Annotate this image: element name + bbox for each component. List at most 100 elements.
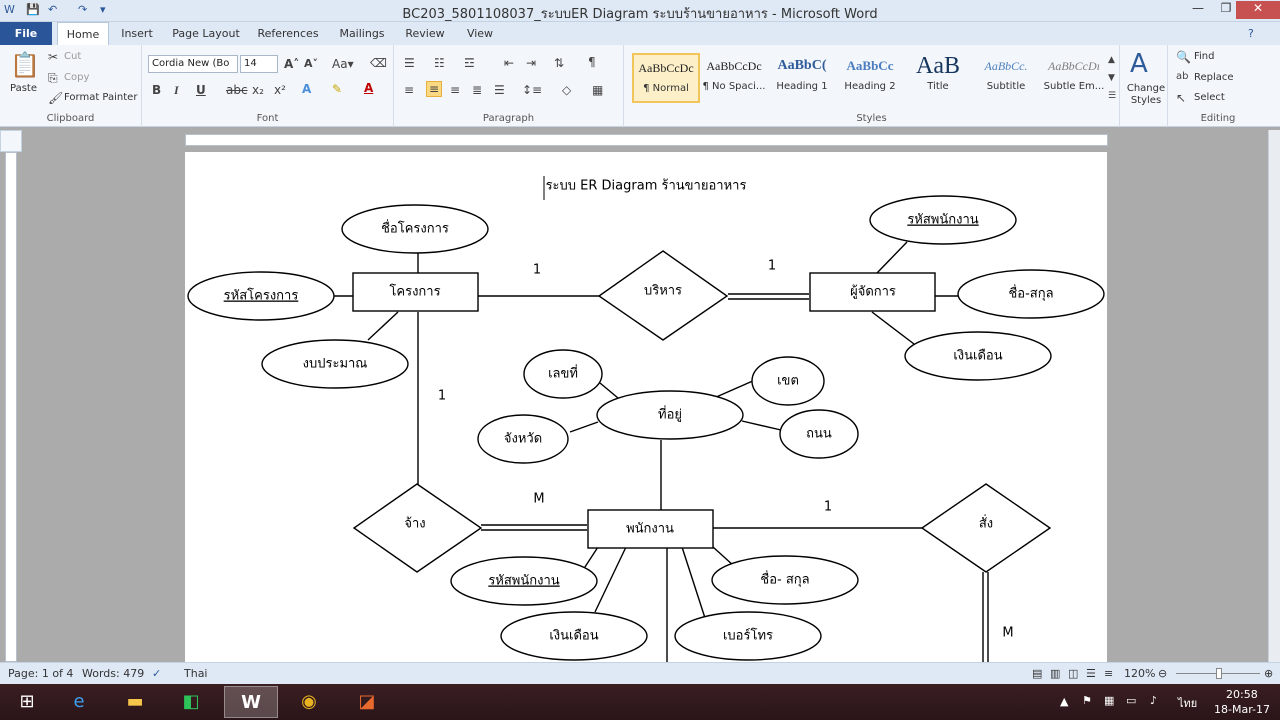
draft-icon[interactable]: ≡ bbox=[1104, 667, 1113, 680]
help-icon[interactable]: ? bbox=[1248, 27, 1254, 40]
bold-icon[interactable]: B bbox=[152, 83, 161, 97]
copy-button[interactable]: Copy bbox=[64, 72, 89, 83]
select-icon[interactable]: ↖ bbox=[1176, 91, 1186, 105]
styles-scroll-down-icon[interactable]: ▼ bbox=[1108, 73, 1115, 83]
borders-icon[interactable]: ▦ bbox=[592, 83, 603, 97]
justify-icon[interactable]: ≣ bbox=[472, 83, 482, 97]
style-subtitle[interactable]: AaBbCc. Subtitle bbox=[972, 53, 1040, 103]
proofing-icon[interactable]: ✓ bbox=[152, 667, 161, 680]
change-styles-icon[interactable]: A bbox=[1130, 49, 1148, 79]
grow-font-icon[interactable]: A˄ bbox=[284, 57, 299, 71]
page-count[interactable]: Page: 1 of 4 bbox=[8, 667, 73, 680]
word-taskbar-icon[interactable]: W bbox=[224, 686, 278, 718]
chrome-taskbar-icon[interactable]: ◉ bbox=[282, 686, 336, 718]
line-spacing-icon[interactable]: ↕≡ bbox=[522, 83, 542, 97]
copy-icon[interactable]: ⎘ bbox=[48, 71, 58, 86]
style-heading-1[interactable]: AaBbC( Heading 1 bbox=[768, 53, 836, 103]
input-language[interactable]: ไทย bbox=[1178, 694, 1197, 712]
outline-icon[interactable]: ☰ bbox=[1086, 667, 1096, 680]
ie-taskbar-icon[interactable]: e bbox=[52, 686, 106, 718]
word-count[interactable]: Words: 479 bbox=[82, 667, 144, 680]
subscript-icon[interactable]: x₂ bbox=[252, 83, 264, 97]
minimize-button[interactable]: — bbox=[1184, 1, 1212, 19]
full-screen-icon[interactable]: ▥ bbox=[1050, 667, 1060, 680]
store-taskbar-icon[interactable]: ◧ bbox=[164, 686, 218, 718]
tab-references[interactable]: References bbox=[252, 22, 324, 45]
strikethrough-icon[interactable]: abc bbox=[226, 83, 248, 97]
align-left-icon[interactable]: ≡ bbox=[404, 83, 414, 97]
tab-page-layout[interactable]: Page Layout bbox=[168, 22, 244, 45]
numbering-icon[interactable]: ☷ bbox=[434, 56, 445, 70]
style-normal[interactable]: AaBbCcDc ¶ Normal bbox=[632, 53, 700, 103]
clock-date[interactable]: 18-Mar-17 bbox=[1214, 703, 1270, 716]
style-subtle-emphasis[interactable]: AaBbCcDı Subtle Em... bbox=[1040, 53, 1108, 103]
bullets-icon[interactable]: ☰ bbox=[404, 56, 415, 70]
shading-icon[interactable]: ◇ bbox=[562, 83, 571, 97]
zoom-slider-thumb[interactable] bbox=[1216, 668, 1222, 679]
network-icon[interactable]: ▦ bbox=[1104, 694, 1114, 707]
document-page[interactable]: ระบบ ER Diagram ร้านขายอาหาร โครงการ ผู้… bbox=[185, 152, 1107, 664]
multilevel-list-icon[interactable]: ☲ bbox=[464, 56, 475, 70]
vertical-ruler[interactable] bbox=[5, 152, 17, 662]
print-layout-icon[interactable]: ▤ bbox=[1032, 667, 1042, 680]
tab-file[interactable]: File bbox=[0, 22, 52, 45]
superscript-icon[interactable]: x² bbox=[274, 83, 286, 97]
style-heading-2[interactable]: AaBbCc Heading 2 bbox=[836, 53, 904, 103]
highlight-icon[interactable]: ✎ bbox=[332, 82, 342, 96]
distributed-icon[interactable]: ☰ bbox=[494, 83, 505, 97]
flag-icon[interactable]: ⚑ bbox=[1082, 694, 1092, 707]
zoom-out-icon[interactable]: ⊖ bbox=[1158, 667, 1167, 680]
change-styles-button[interactable]: Change Styles bbox=[1124, 83, 1168, 107]
font-color-icon[interactable]: A bbox=[364, 81, 373, 95]
file-explorer-taskbar-icon[interactable]: ▬ bbox=[108, 686, 162, 718]
tab-home[interactable]: Home bbox=[57, 22, 109, 45]
increase-indent-icon[interactable]: ⇥ bbox=[526, 56, 536, 70]
clock-time[interactable]: 20:58 bbox=[1226, 688, 1258, 701]
text-effects-icon[interactable]: A bbox=[302, 82, 311, 96]
zoom-level[interactable]: 120% bbox=[1124, 667, 1155, 680]
clear-format-icon[interactable]: ⌫ bbox=[370, 56, 387, 70]
styles-scroll-up-icon[interactable]: ▲ bbox=[1108, 55, 1115, 65]
zoom-in-icon[interactable]: ⊕ bbox=[1264, 667, 1273, 680]
show-formatting-icon[interactable]: ¶ bbox=[588, 55, 596, 69]
align-center-icon[interactable]: ≡ bbox=[426, 81, 443, 97]
change-case-icon[interactable]: Aa▾ bbox=[332, 57, 354, 71]
find-icon[interactable]: 🔍 bbox=[1176, 50, 1191, 64]
find-button[interactable]: Find bbox=[1194, 51, 1215, 62]
volume-icon[interactable]: ♪ bbox=[1150, 694, 1157, 707]
language-indicator[interactable]: Thai bbox=[184, 667, 208, 680]
tab-view[interactable]: View bbox=[458, 22, 502, 45]
paste-icon[interactable]: 📋 bbox=[10, 51, 40, 79]
select-button[interactable]: Select bbox=[1194, 92, 1225, 103]
vertical-scrollbar[interactable] bbox=[1268, 130, 1280, 662]
underline-icon[interactable]: U bbox=[196, 83, 206, 97]
sort-icon[interactable]: ⇅ bbox=[554, 56, 564, 70]
align-right-icon[interactable]: ≡ bbox=[450, 83, 460, 97]
replace-icon[interactable]: ab bbox=[1176, 71, 1188, 82]
font-name-dropdown[interactable]: Cordia New (Bo bbox=[148, 55, 238, 73]
tab-review[interactable]: Review bbox=[400, 22, 450, 45]
tab-mailings[interactable]: Mailings bbox=[332, 22, 392, 45]
tab-insert[interactable]: Insert bbox=[114, 22, 160, 45]
style-no-spacing[interactable]: AaBbCcDc ¶ No Spaci... bbox=[700, 53, 768, 103]
paste-button[interactable]: Paste bbox=[10, 83, 37, 94]
shrink-font-icon[interactable]: A˅ bbox=[304, 57, 318, 70]
format-painter-button[interactable]: Format Painter bbox=[64, 92, 137, 103]
web-layout-icon[interactable]: ◫ bbox=[1068, 667, 1078, 680]
tab-selector[interactable] bbox=[0, 130, 22, 152]
cut-button[interactable]: Cut bbox=[64, 51, 81, 62]
start-button[interactable]: ⊞ bbox=[0, 686, 54, 718]
format-painter-icon[interactable]: 🖌 bbox=[48, 91, 63, 105]
tray-expand-icon[interactable]: ▲ bbox=[1060, 695, 1068, 708]
office-taskbar-icon[interactable]: ◪ bbox=[340, 686, 394, 718]
replace-button[interactable]: Replace bbox=[1194, 72, 1234, 83]
styles-more-icon[interactable]: ☰ bbox=[1108, 91, 1116, 101]
italic-icon[interactable]: I bbox=[174, 83, 179, 98]
font-size-dropdown[interactable]: 14 bbox=[240, 55, 278, 73]
cut-icon[interactable]: ✂ bbox=[48, 50, 58, 64]
power-icon[interactable]: ▭ bbox=[1126, 694, 1136, 707]
style-title[interactable]: AaB Title bbox=[904, 53, 972, 103]
decrease-indent-icon[interactable]: ⇤ bbox=[504, 56, 514, 70]
close-button[interactable]: ✕ bbox=[1236, 1, 1280, 19]
horizontal-ruler[interactable] bbox=[185, 134, 1108, 146]
